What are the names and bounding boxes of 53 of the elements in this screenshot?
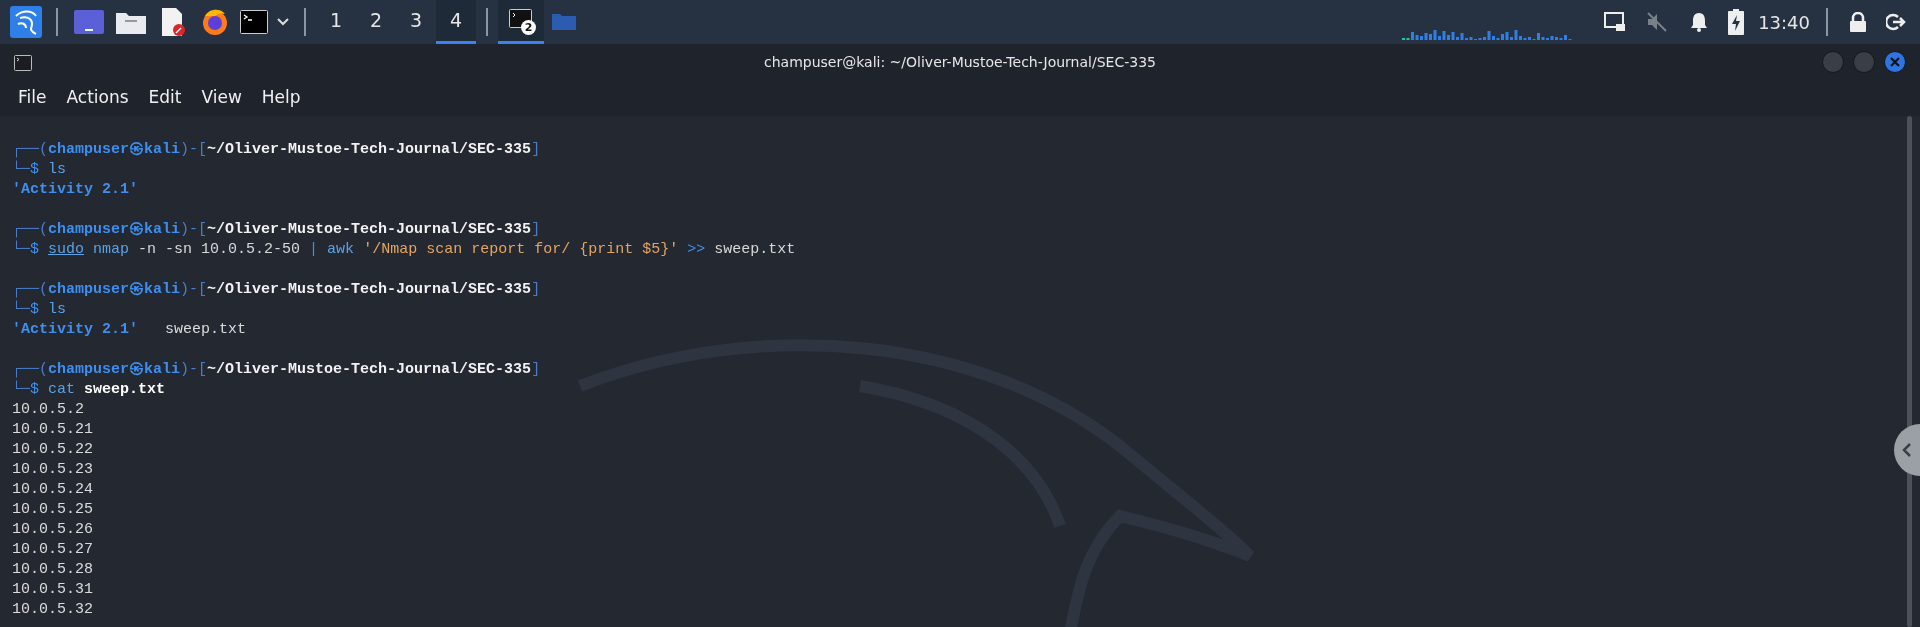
scrollbar[interactable] — [1907, 116, 1912, 627]
output-line: 10.0.5.23 — [12, 460, 93, 480]
close-icon — [1890, 57, 1900, 67]
workspace-tab[interactable]: 2 — [356, 0, 396, 44]
output-line: 10.0.5.21 — [12, 420, 93, 440]
menu-item[interactable]: Help — [251, 83, 311, 113]
chevron-down-icon[interactable] — [277, 18, 289, 26]
menu-item[interactable]: Actions — [56, 83, 139, 113]
terminal-icon — [14, 54, 32, 71]
lock-icon[interactable] — [1849, 12, 1867, 32]
terminal-icon[interactable] — [240, 10, 268, 34]
menu-item[interactable]: View — [191, 83, 252, 113]
muted-speaker-icon[interactable] — [1646, 12, 1669, 32]
window-title: champuser@kali: ~/Oliver-Mustoe-Tech-Journal/SEC-335 — [764, 53, 1156, 70]
folder-icon[interactable] — [116, 10, 146, 34]
output-line: 'Activity 2.1' sweep.txt — [12, 320, 247, 340]
output-line: 10.0.5.2 — [12, 400, 84, 420]
logout-icon[interactable] — [1886, 13, 1906, 31]
window-button[interactable]: 2 — [498, 0, 544, 44]
prompt-line: ┌──(champuser㉿kali)-[~/Oliver-Mustoe-Tech-Journal/SEC-335] — [12, 280, 541, 300]
close-button[interactable] — [1884, 51, 1906, 73]
dragon-logo-icon[interactable] — [10, 6, 42, 38]
battery-charging-icon[interactable] — [1728, 9, 1745, 35]
browser-icon[interactable] — [201, 8, 229, 36]
command-line: └─$ sudo nmap -n -sn 10.0.5.2-50 | awk '/Nmap scan report for/ {print $5}' >> sweep.txt — [12, 240, 796, 260]
output-line: 10.0.5.24 — [12, 480, 93, 500]
command-line: └─$ ls — [12, 300, 67, 320]
network-icon[interactable] — [1604, 12, 1627, 32]
side-panel-handle[interactable] — [1894, 424, 1920, 476]
workspace-tab[interactable]: 4 — [436, 0, 476, 44]
output-line: 10.0.5.28 — [12, 560, 93, 580]
prompt-line: ┌──(champuser㉿kali)-[~/Oliver-Mustoe-Tech-Journal/SEC-335] — [12, 360, 541, 380]
chevron-left-icon — [1902, 442, 1912, 458]
output-line: 10.0.5.31 — [12, 580, 93, 600]
desktop-icon[interactable] — [74, 10, 104, 34]
command-line: └─$ ls — [12, 160, 67, 180]
output-line: 10.0.5.32 — [12, 600, 93, 620]
output-line: 'Activity 2.1' — [12, 180, 139, 200]
menu-item[interactable]: File — [8, 83, 57, 113]
output-line: 10.0.5.26 — [12, 520, 93, 540]
output-line: 10.0.5.27 — [12, 540, 93, 560]
output-line: 10.0.5.22 — [12, 440, 93, 460]
workspace-tab[interactable]: 1 — [316, 0, 356, 44]
workspace-tab[interactable]: 3 — [396, 0, 436, 44]
document-icon[interactable] — [160, 8, 186, 36]
terminal-icon — [509, 9, 533, 31]
clock-time: 13:40 — [1758, 10, 1810, 35]
prompt-line: ┌──(champuser㉿kali)-[~/Oliver-Mustoe-Tech-Journal/SEC-335] — [12, 220, 541, 240]
output-line: 10.0.5.25 — [12, 500, 93, 520]
bell-icon[interactable] — [1690, 12, 1709, 32]
command-line: └─$ cat sweep.txt — [12, 380, 166, 400]
menu-item[interactable]: Edit — [138, 83, 192, 113]
prompt-line: ┌──(champuser㉿kali)-[~/Oliver-Mustoe-Tech-Journal/SEC-335] — [12, 140, 541, 160]
